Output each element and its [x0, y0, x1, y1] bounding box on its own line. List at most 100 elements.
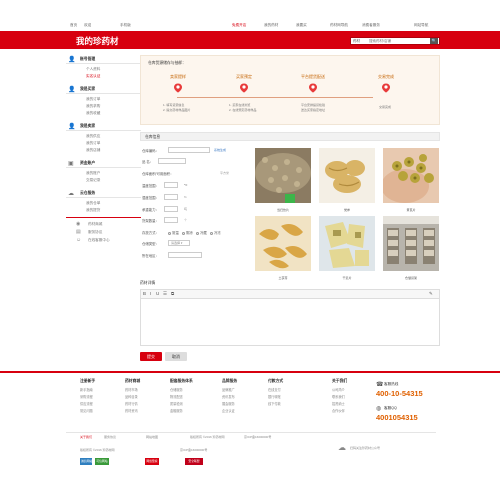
temperature-field[interactable]	[164, 182, 178, 188]
search-category-select[interactable]: 药材	[353, 39, 360, 44]
rich-text-editor[interactable]: B I U ☰ ⧉ ✎	[140, 289, 440, 346]
sidebar-link-agreement[interactable]: 服务协议	[88, 230, 102, 235]
footer-link[interactable]: 招贤纳士	[332, 401, 345, 406]
topbar-link-my-herbs[interactable]: 我的药材	[264, 23, 278, 28]
sidebar-item-profile[interactable]: 个人资料	[86, 67, 100, 72]
sidebar-item-transactions[interactable]: 交易记录	[86, 178, 100, 183]
radio-option[interactable]: 阴凉	[182, 230, 193, 235]
footer-column-title: 关于我们	[332, 379, 348, 383]
sidebar-group-title: 账号管理	[80, 57, 96, 61]
footer-link[interactable]: 药材行情	[125, 401, 138, 406]
icp-text: 京ICP备16000000号	[244, 435, 272, 439]
warehouse-form: 仓库编码： 系统生成 品 名： 仓库面积/可用面积： 平方米 温度范围： ℃ 湿…	[140, 143, 248, 273]
trust-badge[interactable]: 诚信网站	[80, 458, 92, 465]
underline-icon[interactable]: U	[156, 291, 159, 296]
radio-option[interactable]: 冷冻	[210, 230, 221, 235]
trust-badge[interactable]: 网络警察	[145, 458, 159, 465]
product-name-field[interactable]	[158, 158, 186, 164]
warehouse-code-field[interactable]	[168, 147, 210, 153]
topbar-link-welcome[interactable]: 欢迎	[84, 23, 91, 28]
sidebar-item-seller-orders[interactable]: 我的订单	[86, 141, 100, 146]
copyright-link[interactable]: 关于我们	[80, 435, 92, 439]
trust-badge[interactable]: 可信网站	[95, 458, 109, 465]
footer-link[interactable]: 药材市场	[125, 387, 138, 392]
step-name: 买家预定	[236, 74, 252, 79]
sidebar-item-warehouse-receipts[interactable]: 我的仓单	[86, 201, 100, 206]
footer-link[interactable]: 仓储服务	[170, 387, 183, 392]
storage-type-select[interactable]: 请选择 ▾	[168, 240, 190, 246]
step-name: 平台提货配送	[301, 74, 325, 79]
sidebar-item-seller-shop[interactable]: 我的店铺	[86, 148, 100, 153]
mobile-follow-text: 扫码关注珍药材公众号	[350, 446, 381, 450]
footer-link[interactable]: 物流配送	[170, 394, 183, 399]
editor-label: 药材详情	[140, 281, 156, 285]
copyright-link[interactable]: 服务协议	[104, 435, 116, 439]
topbar-link-open-shop[interactable]: 免费开店	[232, 23, 246, 28]
sidebar-link-mall[interactable]: 药材商城	[88, 222, 102, 227]
shelf-count-field[interactable]	[164, 217, 178, 223]
footer-link[interactable]: 银行转账	[268, 394, 281, 399]
sidebar-item-buyer-favorites[interactable]: 我的收藏	[86, 111, 100, 116]
footer-link[interactable]: 线下付款	[268, 401, 281, 406]
topbar-link-mobile[interactable]: 手机版	[120, 23, 131, 28]
sidebar-item-pickup[interactable]: 我的提货	[86, 208, 100, 213]
sidebar-group-funds[interactable]: ▣ 资金账户	[66, 158, 141, 168]
sidebar-group-account[interactable]: 👤 账号管理	[66, 54, 141, 64]
footer-link[interactable]: 合作伙伴	[332, 408, 345, 413]
step-desc: 送达买家指定地址	[301, 108, 326, 112]
humidity-field[interactable]	[164, 194, 178, 200]
footer-link[interactable]: 资讯发布	[222, 394, 235, 399]
sidebar-item-seller-supply[interactable]: 我的供应	[86, 134, 100, 139]
submit-button[interactable]: 提交	[140, 352, 162, 361]
sidebar-group-seller[interactable]: 👤 我是卖家	[66, 121, 141, 131]
cancel-button[interactable]: 取消	[165, 352, 187, 361]
trust-badge[interactable]: 安全联盟	[185, 458, 203, 465]
topbar-link-home[interactable]: 首页	[70, 23, 77, 28]
footer-link[interactable]: 质量检测	[170, 401, 183, 406]
footer-link[interactable]: 药材资讯	[125, 408, 138, 413]
logo[interactable]: 我的珍药材	[76, 35, 119, 47]
bold-icon[interactable]: B	[143, 291, 146, 296]
load-capacity-field[interactable]	[164, 206, 178, 212]
footer-link[interactable]: 展会服务	[222, 401, 235, 406]
footer-link[interactable]: 企业认证	[222, 408, 235, 413]
copy-icon[interactable]: ⧉	[171, 291, 174, 296]
search-button[interactable]: 🔍	[430, 38, 438, 44]
location-pin-icon	[174, 83, 182, 93]
region-field[interactable]	[168, 252, 202, 258]
italic-icon[interactable]: I	[150, 291, 151, 296]
topbar-link-buy[interactable]: 我要买	[296, 23, 307, 28]
footer-link[interactable]: 金融服务	[170, 408, 183, 413]
step-desc: 交易完成	[379, 105, 392, 109]
footer-link[interactable]: 采购流程	[80, 394, 93, 399]
edit-icon[interactable]: ✎	[429, 291, 433, 297]
copyright-link[interactable]: 网站地图	[146, 435, 158, 439]
footer-link[interactable]: 公司简介	[332, 387, 345, 392]
sidebar-link-support[interactable]: 在线客服中心	[88, 238, 110, 243]
photo-angelica	[255, 148, 311, 203]
topbar-link-service[interactable]: 消费者服务	[362, 23, 380, 28]
sidebar-group-buyer[interactable]: 👤 我是买家	[66, 84, 141, 94]
sidebar-item-buyer-requests[interactable]: 我的求购	[86, 104, 100, 109]
search-input[interactable]	[369, 38, 429, 44]
photo-astragalus	[383, 148, 439, 203]
footer-link[interactable]: 常见问题	[80, 408, 93, 413]
location-pin-icon	[309, 83, 317, 93]
topbar-link-site-nav[interactable]: 网站导航	[414, 23, 428, 28]
sidebar-item-account[interactable]: 我的账户	[86, 171, 100, 176]
footer-link[interactable]: 新手指南	[80, 387, 93, 392]
radio-option[interactable]: 冷藏	[196, 230, 207, 235]
search-icon: 🔍	[431, 38, 437, 43]
sidebar-item-buyer-orders[interactable]: 我的订单	[86, 97, 100, 102]
sidebar-group-cloud[interactable]: ☁ 云仓服务	[66, 188, 141, 198]
sidebar-item-verify[interactable]: 实名认证	[86, 74, 100, 79]
field-label: 仓储类型：	[142, 242, 159, 246]
footer-link[interactable]: 品牌推广	[222, 387, 235, 392]
footer-link[interactable]: 品种目录	[125, 394, 138, 399]
radio-option[interactable]: 常温	[168, 230, 179, 235]
topbar-link-nav[interactable]: 药材网导航	[330, 23, 348, 28]
footer-link[interactable]: 供应流程	[80, 401, 93, 406]
list-icon[interactable]: ☰	[163, 291, 167, 297]
footer-link[interactable]: 在线支付	[268, 387, 281, 392]
footer-link[interactable]: 联系我们	[332, 394, 345, 399]
